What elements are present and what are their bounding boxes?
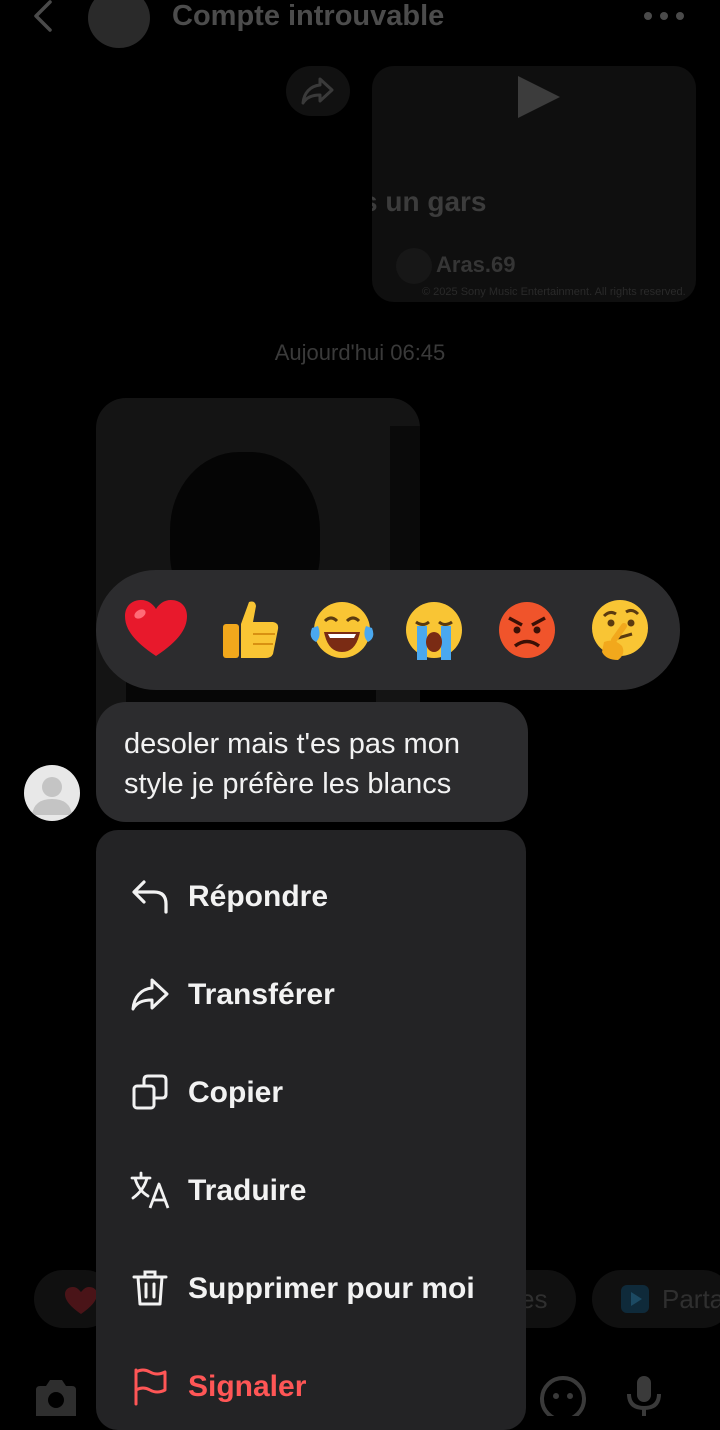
- angry-face-icon[interactable]: [491, 594, 563, 666]
- microphone-icon[interactable]: [624, 1374, 664, 1416]
- back-arrow-icon[interactable]: [30, 0, 60, 34]
- forward-shortcut-button[interactable]: [286, 66, 350, 116]
- default-avatar-icon: [32, 777, 72, 815]
- menu-item-label: Transférer: [188, 978, 335, 1011]
- reaction-picker: [96, 570, 680, 690]
- play-icon: [518, 76, 560, 118]
- translate-icon: [130, 1171, 170, 1209]
- share-app-icon: [621, 1285, 649, 1313]
- share-chip-label: Parta: [662, 1284, 720, 1314]
- menu-item-label: Traduire: [188, 1174, 307, 1207]
- message-context-menu: Répondre Transférer Copier Traduire Supp…: [96, 830, 526, 1430]
- reply-icon: [132, 880, 168, 914]
- face-with-tears-of-joy-icon[interactable]: [306, 594, 378, 666]
- date-separator: Aujourd'hui 06:45: [274, 340, 446, 365]
- share-arrow-icon: [301, 77, 334, 105]
- menu-item-forward[interactable]: Transférer: [96, 938, 526, 1036]
- video-caption: s un gars: [372, 186, 487, 217]
- heart-icon: [65, 1287, 97, 1314]
- chat-header: Compte introuvable: [0, 0, 720, 48]
- sticker-icon[interactable]: [540, 1376, 586, 1416]
- thinking-face-icon[interactable]: [584, 594, 656, 666]
- menu-item-report[interactable]: Signaler: [96, 1330, 526, 1428]
- flag-icon: [134, 1368, 167, 1406]
- video-author: Aras.69: [436, 252, 516, 277]
- share-chip[interactable]: Parta: [592, 1270, 720, 1328]
- red-heart-icon[interactable]: [120, 594, 192, 666]
- shared-video-card[interactable]: s un gars Aras.69 © 2025 Sony Music Ente…: [372, 66, 696, 302]
- menu-item-delete[interactable]: Supprimer pour moi: [96, 1232, 526, 1330]
- video-author-avatar: [396, 248, 432, 284]
- message-text: desoler mais t'es pas mon style je préfè…: [124, 728, 460, 800]
- focused-message-bubble[interactable]: desoler mais t'es pas mon style je préfè…: [96, 702, 528, 822]
- more-options-icon[interactable]: [640, 8, 688, 24]
- sender-avatar[interactable]: [24, 765, 80, 821]
- menu-item-label: Répondre: [188, 880, 329, 913]
- menu-item-reply[interactable]: Répondre: [96, 840, 526, 938]
- menu-item-copy[interactable]: Copier: [96, 1036, 526, 1134]
- menu-item-label: Copier: [188, 1076, 284, 1109]
- video-rights: © 2025 Sony Music Entertainment. All rig…: [422, 286, 686, 298]
- menu-item-label: Signaler: [188, 1370, 307, 1403]
- trash-icon: [132, 1270, 168, 1306]
- menu-item-translate[interactable]: Traduire: [96, 1134, 526, 1232]
- forward-icon: [131, 978, 169, 1011]
- loudly-crying-face-icon[interactable]: [398, 594, 470, 666]
- contact-name[interactable]: Compte introuvable: [172, 0, 444, 33]
- contact-avatar[interactable]: [88, 0, 150, 48]
- camera-icon[interactable]: [32, 1376, 80, 1416]
- menu-item-label: Supprimer pour moi: [188, 1272, 475, 1305]
- copy-icon: [132, 1074, 168, 1110]
- thumbs-up-icon[interactable]: [213, 594, 285, 666]
